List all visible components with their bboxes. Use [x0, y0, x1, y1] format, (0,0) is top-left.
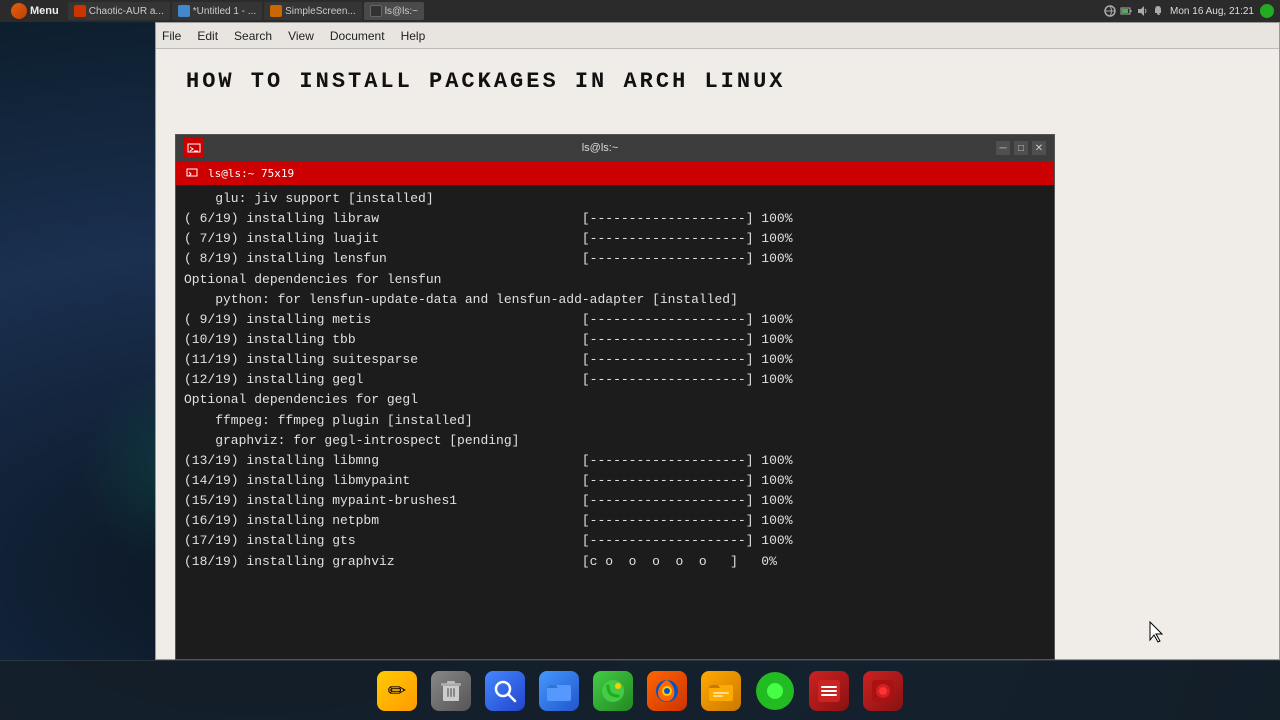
term-line-8: (11/19) installing suitesparse [--------…	[184, 350, 1046, 370]
sys-icons	[1104, 5, 1164, 17]
terminal-tabbar: ls@ls:~ 75x19	[176, 161, 1054, 185]
terminal-close-btn[interactable]: ✕	[1032, 141, 1046, 155]
desktop: Menu Chaotic-AUR a... *Untitled 1 - ... …	[0, 0, 1280, 720]
dock-notes-icon: ✏	[377, 671, 417, 711]
terminal-body[interactable]: glu: jiv support [installed] ( 6/19) ins…	[176, 185, 1054, 659]
battery-icon	[1120, 5, 1132, 17]
indicator-icon	[1260, 4, 1274, 18]
term-line-9: (12/19) installing gegl [---------------…	[184, 370, 1046, 390]
terminal-window: ls@ls:~ ─ □ ✕ ls@ls:~ 75x19 glu: jiv sup…	[175, 134, 1055, 660]
term-line-7: (10/19) installing tbb [----------------…	[184, 330, 1046, 350]
term-line-6: ( 9/19) installing metis [--------------…	[184, 310, 1046, 330]
editor-menu-edit[interactable]: Edit	[197, 29, 218, 43]
dock-record[interactable]	[860, 668, 906, 714]
editor-menubar: File Edit Search View Document Help	[156, 23, 1279, 49]
taskbar-top: Menu Chaotic-AUR a... *Untitled 1 - ... …	[0, 0, 1280, 22]
dock-filemanager[interactable]	[698, 668, 744, 714]
editor-menu-help[interactable]: Help	[401, 29, 426, 43]
term-line-14: (14/19) installing libmypaint [---------…	[184, 471, 1046, 491]
taskbar-app-untitled[interactable]: *Untitled 1 - ...	[172, 2, 262, 20]
term-line-2: ( 7/19) installing luajit [-------------…	[184, 229, 1046, 249]
terminal-titlebar: ls@ls:~ ─ □ ✕	[176, 135, 1054, 161]
clock: Mon 16 Aug, 21:21	[1170, 6, 1254, 17]
dock-serpentine-icon	[593, 671, 633, 711]
taskbar-apps: Chaotic-AUR a... *Untitled 1 - ... Simpl…	[68, 2, 424, 20]
dock-delete-icon	[431, 671, 471, 711]
dock-taskmanager[interactable]	[806, 668, 852, 714]
mouse-cursor	[1148, 620, 1160, 640]
untitled-icon	[178, 5, 190, 17]
terminal-taskbar-label: ls@ls:~	[385, 6, 418, 17]
taskbar-right: Mon 16 Aug, 21:21	[1104, 4, 1274, 18]
chaotic-label: Chaotic-AUR a...	[89, 6, 164, 17]
dock-notes[interactable]: ✏	[374, 668, 420, 714]
dock-firefox[interactable]	[644, 668, 690, 714]
terminal-tab-icon	[184, 165, 200, 181]
simplescreen-label: SimpleScreen...	[285, 6, 356, 17]
network-icon	[1104, 5, 1116, 17]
editor-menu-document[interactable]: Document	[330, 29, 385, 43]
taskbar-app-terminal[interactable]: ls@ls:~	[364, 2, 424, 20]
dock-search-icon	[485, 671, 525, 711]
terminal-tab-title: ls@ls:~ 75x19	[208, 167, 294, 180]
term-line-16: (16/19) installing netpbm [-------------…	[184, 511, 1046, 531]
dock-search[interactable]	[482, 668, 528, 714]
menu-label: Menu	[30, 5, 59, 17]
simplescreen-icon	[270, 5, 282, 17]
taskbar-app-chaotic[interactable]: Chaotic-AUR a...	[68, 2, 170, 20]
term-line-0: glu: jiv support [installed]	[184, 189, 1046, 209]
terminal-taskbar-icon	[370, 5, 382, 17]
editor-title: HOW TO INSTALL PACKAGES IN ARCH LINUX	[156, 49, 1279, 114]
dock-filemanager-icon	[701, 671, 741, 711]
term-line-5: python: for lensfun-update-data and lens…	[184, 290, 1046, 310]
chaotic-icon	[74, 5, 86, 17]
term-line-4: Optional dependencies for lensfun	[184, 270, 1046, 290]
taskbar-app-simplescreen[interactable]: SimpleScreen...	[264, 2, 362, 20]
term-line-15: (15/19) installing mypaint-brushes1 [---…	[184, 491, 1046, 511]
term-line-11: ffmpeg: ffmpeg plugin [installed]	[184, 411, 1046, 431]
terminal-controls: ─ □ ✕	[996, 141, 1046, 155]
editor-menu-view[interactable]: View	[288, 29, 314, 43]
dock-delete[interactable]	[428, 668, 474, 714]
terminal-app-icon	[184, 138, 204, 158]
menu-icon	[11, 3, 27, 19]
terminal-maximize-btn[interactable]: □	[1014, 141, 1028, 155]
term-line-17: (17/19) installing gts [----------------…	[184, 531, 1046, 551]
volume-icon-taskbar	[1136, 5, 1148, 17]
editor-menu-file[interactable]: File	[162, 29, 181, 43]
menu-button[interactable]: Menu	[6, 2, 64, 20]
dock-files-icon	[539, 671, 579, 711]
term-line-3: ( 8/19) installing lensfun [------------…	[184, 249, 1046, 269]
term-line-12: graphviz: for gegl-introspect [pending]	[184, 431, 1046, 451]
dock-files[interactable]	[536, 668, 582, 714]
dock-record-icon	[863, 671, 903, 711]
term-line-18: (18/19) installing graphviz [c o o o o o…	[184, 552, 1046, 572]
term-line-10: Optional dependencies for gegl	[184, 390, 1046, 410]
dock-taskmanager-icon	[809, 671, 849, 711]
dock-firefox-icon	[647, 671, 687, 711]
dock-volume[interactable]	[752, 668, 798, 714]
taskbar-left: Menu Chaotic-AUR a... *Untitled 1 - ... …	[6, 2, 424, 20]
terminal-window-title: ls@ls:~	[204, 142, 996, 154]
term-line-1: ( 6/19) installing libraw [-------------…	[184, 209, 1046, 229]
editor-menu-search[interactable]: Search	[234, 29, 272, 43]
term-line-13: (13/19) installing libmng [-------------…	[184, 451, 1046, 471]
untitled-label: *Untitled 1 - ...	[193, 6, 256, 17]
dock-volume-icon	[755, 671, 795, 711]
main-area: File Edit Search View Document Help HOW …	[0, 22, 1280, 660]
dock-serpentine[interactable]	[590, 668, 636, 714]
bell-icon	[1152, 5, 1164, 17]
terminal-minimize-btn[interactable]: ─	[996, 141, 1010, 155]
dock: ✏	[0, 660, 1280, 720]
